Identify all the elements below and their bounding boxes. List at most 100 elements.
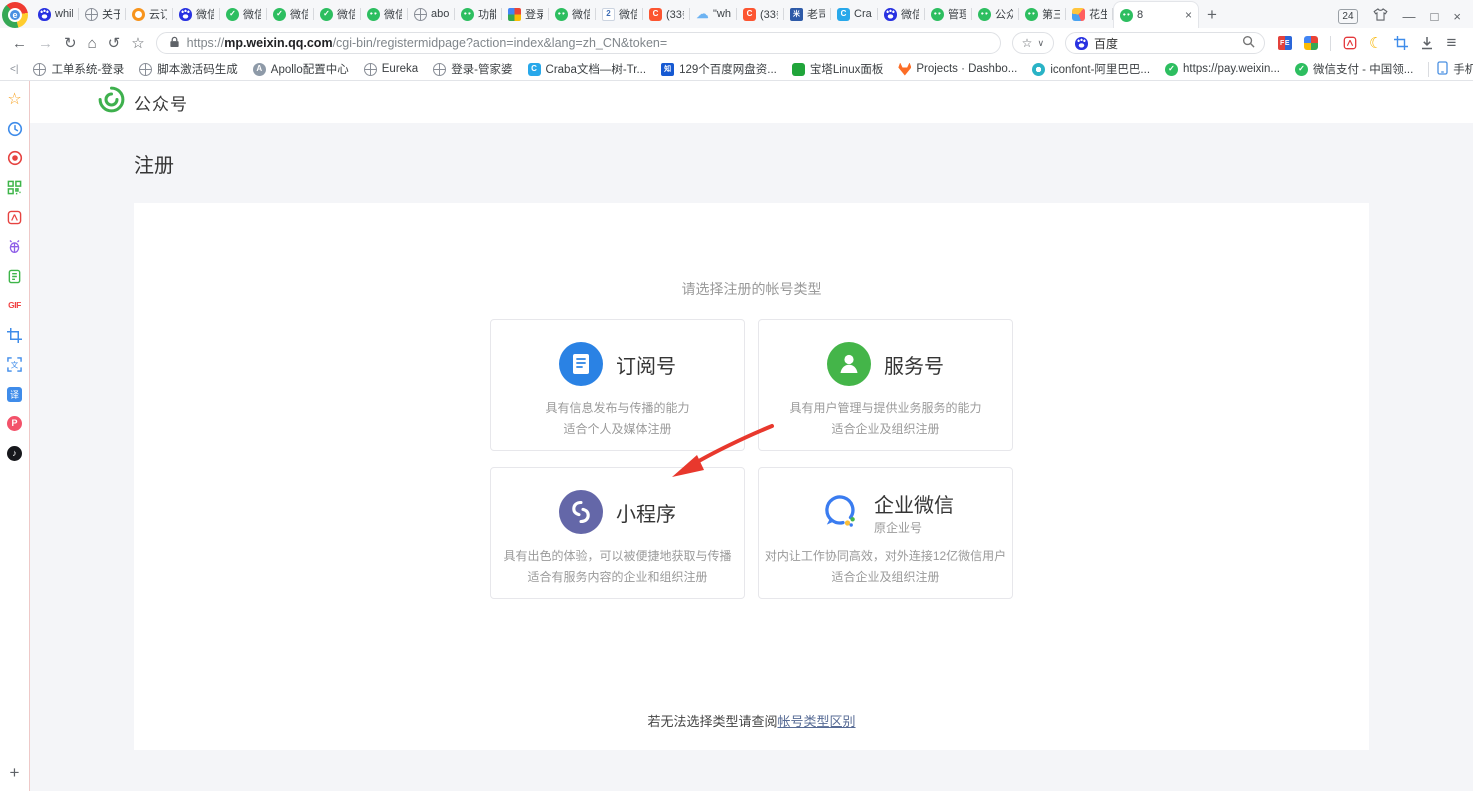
tab-1[interactable]: 关于 (79, 0, 126, 28)
bookmark-7[interactable]: 宝塔Linux面板 (791, 61, 884, 77)
card-wecom[interactable]: 企业微信 原企业号 对内让工作协同高效，对外连接12亿微信用户 适合企业及组织注… (758, 467, 1013, 599)
tab-14[interactable]: "whi (690, 0, 737, 28)
tab-close-icon[interactable]: × (1185, 8, 1192, 22)
bookmark-5[interactable]: Craba文档—树-Tr... (527, 61, 646, 77)
back-icon[interactable]: ← (12, 35, 27, 52)
globe-icon (139, 62, 153, 76)
minimize-button[interactable]: — (1403, 9, 1416, 24)
browser-logo-icon[interactable]: e (2, 2, 28, 28)
tab-17[interactable]: Crab (831, 0, 878, 28)
card-mini-program[interactable]: 小程序 具有出色的体验，可以被便捷地获取与传播 适合有服务内容的企业和组织注册 (490, 467, 745, 599)
phone-bookmarks-label: 手机书签 (1453, 64, 1473, 76)
bookmark-label: 宝塔Linux面板 (809, 64, 884, 76)
account-type-difference-link[interactable]: 帐号类型区别 (778, 714, 856, 729)
download-icon[interactable] (1420, 36, 1434, 50)
bookmark-0[interactable]: 工单系统-登录 (33, 61, 124, 77)
home-icon[interactable]: ⌂ (88, 35, 97, 52)
tab-label: 关于 (102, 9, 120, 21)
card-subscription-account[interactable]: 订阅号 具有信息发布与传播的能力 适合个人及媒体注册 (490, 319, 745, 451)
tab-10[interactable]: 登录 (502, 0, 549, 28)
night-mode-moon-icon[interactable]: ☾ (1369, 34, 1382, 52)
apps-grid-icon[interactable] (1304, 36, 1319, 50)
tab-8[interactable]: abo (408, 0, 455, 28)
tab-7[interactable]: 微信 (361, 0, 408, 28)
card-service-account[interactable]: 服务号 具有用户管理与提供业务服务的能力 适合企业及组织注册 (758, 319, 1013, 451)
tab-12[interactable]: 微信 (596, 0, 643, 28)
tab-4[interactable]: 微信 (220, 0, 267, 28)
bookmarks-collapse-icon[interactable]: <| (10, 64, 18, 75)
tab-22[interactable]: 花生 (1066, 0, 1113, 28)
wechat-icon (461, 7, 474, 21)
favorites-star-icon[interactable]: ☆ (7, 91, 23, 108)
tab-15[interactable]: (33条 (737, 0, 784, 28)
tab-16[interactable]: 老司 (784, 0, 831, 28)
notes-icon[interactable] (7, 268, 23, 284)
tab-9[interactable]: 功能 (455, 0, 502, 28)
theme-shirt-icon[interactable] (1372, 8, 1388, 24)
baidu-logo-icon (1075, 36, 1089, 50)
bookmarks-list: 工单系统-登录 脚本激活码生成 Apollo配置中心 Eureka 登录-管家婆 Crab… (33, 61, 1413, 77)
search-box[interactable]: 百度 (1065, 32, 1266, 54)
tab-count-badge[interactable]: 24 (1338, 8, 1358, 24)
tab-21[interactable]: 第三 (1019, 0, 1066, 28)
tab-11[interactable]: 微信 (549, 0, 596, 28)
new-tab-button[interactable]: + (1207, 5, 1217, 25)
address-bar[interactable]: https://mp.weixin.qq.com/cgi-bin/registe… (155, 32, 1001, 54)
screenshot-crop-icon[interactable] (1394, 36, 1409, 50)
iconfont-icon (1032, 62, 1046, 76)
tab-5[interactable]: 微信 (267, 0, 314, 28)
bookmark-9[interactable]: iconfont-阿里巴巴... (1032, 61, 1150, 77)
undo-icon[interactable]: ↺ (108, 34, 121, 52)
tab-2[interactable]: 云订 (126, 0, 173, 28)
baidu-paw-icon (38, 7, 51, 21)
tab-6[interactable]: 微信 (314, 0, 361, 28)
green-check-icon (273, 7, 286, 21)
nav-icons: ← → ↻ ⌂ ↺ ☆ (12, 34, 145, 53)
tab-13[interactable]: (33条 (643, 0, 690, 28)
bookmark-label: 脚本激活码生成 (157, 64, 238, 76)
qr-code-icon[interactable] (7, 180, 23, 196)
screen-translate-icon[interactable]: 文 (7, 357, 23, 373)
fe-extension-icon[interactable] (1278, 36, 1293, 50)
tab-3[interactable]: 微信 (173, 0, 220, 28)
bookmark-4[interactable]: 登录-管家婆 (433, 61, 513, 77)
bookmark-10[interactable]: https://pay.weixin... (1165, 62, 1280, 76)
menu-icon[interactable]: ≡ (1446, 33, 1456, 53)
rail-add-button[interactable]: + (10, 763, 20, 783)
refresh-icon[interactable]: ↻ (64, 34, 77, 52)
tab-20[interactable]: 公众 (972, 0, 1019, 28)
gif-tool-icon[interactable]: GIF (7, 298, 23, 314)
history-clock-icon[interactable] (7, 121, 23, 137)
tab-23[interactable]: 8 × (1113, 1, 1199, 28)
mini-program-icon (559, 490, 603, 534)
pink-p-icon[interactable]: P (7, 416, 23, 432)
tab-0[interactable]: whil (32, 0, 79, 28)
blue-square-icon (790, 7, 803, 21)
favorites-dropdown[interactable]: ☆ ∨ (1011, 32, 1055, 54)
pdf-tool-icon[interactable] (7, 209, 23, 225)
tab-label: 微信 (243, 9, 261, 21)
douyin-icon[interactable]: ♪ (7, 445, 23, 461)
bookmark-11[interactable]: 微信支付 - 中国领... (1294, 61, 1413, 77)
footer-help-text: 若无法选择类型请查阅 (647, 714, 778, 729)
bookmark-star-icon[interactable]: ☆ (131, 34, 144, 52)
tab-label: 微信 (901, 9, 919, 21)
maximize-button[interactable]: □ (1431, 9, 1439, 24)
bookmark-8[interactable]: Projects · Dashbo... (898, 62, 1017, 76)
screen-record-icon[interactable] (7, 150, 23, 166)
plugin-bug-icon[interactable] (7, 239, 23, 255)
forward-icon[interactable]: → (38, 35, 53, 52)
close-button[interactable]: × (1453, 9, 1461, 24)
green-check-icon (1165, 62, 1179, 76)
screenshot-crop-icon[interactable] (7, 327, 23, 343)
tab-19[interactable]: 管理 (925, 0, 972, 28)
phone-bookmarks-button[interactable]: 手机书签 (1437, 60, 1473, 78)
bookmark-3[interactable]: Eureka (363, 62, 418, 76)
bookmark-1[interactable]: 脚本激活码生成 (139, 61, 238, 77)
bookmark-6[interactable]: 129个百度网盘资... (661, 61, 777, 77)
tab-label: abo (431, 8, 449, 20)
bookmark-2[interactable]: Apollo配置中心 (252, 61, 349, 77)
pdf-reader-icon[interactable] (1343, 36, 1357, 50)
translate-icon[interactable]: 译 (7, 386, 23, 402)
tab-18[interactable]: 微信 (878, 0, 925, 28)
